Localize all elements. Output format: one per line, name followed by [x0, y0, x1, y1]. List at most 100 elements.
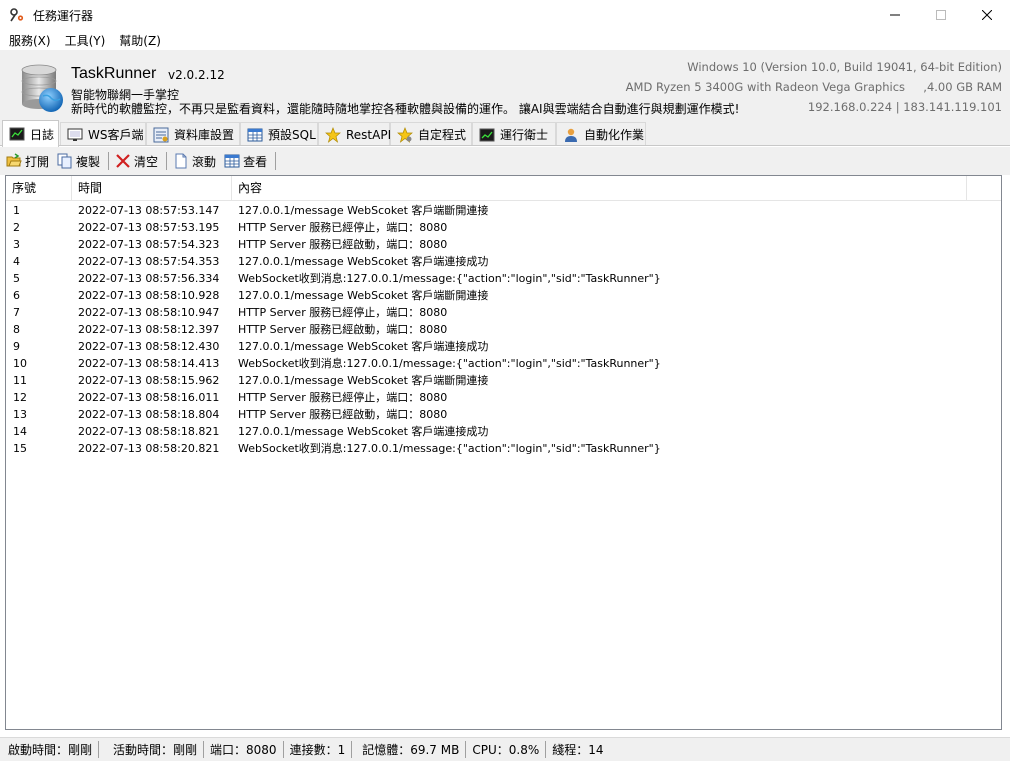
- close-button[interactable]: [964, 0, 1010, 30]
- cell-no: 11: [13, 374, 27, 387]
- scroll-button[interactable]: 滾動: [173, 153, 216, 170]
- tab-label: 日誌: [30, 127, 55, 142]
- tab-log[interactable]: 日誌: [2, 120, 59, 147]
- cell-content: WebSocket收到消息:127.0.0.1/message:{"action…: [238, 442, 661, 455]
- open-button[interactable]: 打開: [6, 153, 49, 170]
- open-folder-icon: [6, 153, 22, 167]
- table-row[interactable]: 14 2022-07-13 08:58:18.821 127.0.0.1/messa…: [6, 423, 1001, 440]
- scroll-label: 滾動: [192, 154, 217, 169]
- cell-content: HTTP Server 服務已經停止，端口：8080: [238, 306, 448, 319]
- column-header-time[interactable]: 時間: [72, 176, 232, 201]
- tab-strip: 日誌 WS客戶端 資料庫設置 預設SQL RestAPI 自定程式 運行衛士 自…: [0, 120, 1010, 147]
- table-row[interactable]: 4 2022-07-13 08:57:54.353 127.0.0.1/messag…: [6, 253, 1001, 270]
- table-row[interactable]: 3 2022-07-13 08:57:54.323 HTTP Server 服務已經…: [6, 236, 1001, 253]
- table-row[interactable]: 12 2022-07-13 08:58:16.011 HTTP Server 服務已…: [6, 389, 1001, 406]
- cell-content: WebSocket收到消息:127.0.0.1/message:{"action…: [238, 272, 661, 285]
- maximize-button[interactable]: [918, 0, 964, 30]
- tab-custom-program[interactable]: 自定程式: [390, 122, 472, 146]
- cell-no: 7: [13, 306, 20, 319]
- cell-time: 2022-07-13 08:57:54.323: [78, 238, 220, 251]
- status-start-time: 啟動時間：剛剛: [2, 741, 100, 758]
- cell-no: 10: [13, 357, 27, 370]
- app-header: TaskRunner v2.0.2.12 智能物聯網一手掌控 新時代的軟體監控，…: [0, 50, 1010, 120]
- toolbar-separator: [275, 152, 277, 170]
- document-icon: [175, 153, 187, 169]
- copy-button[interactable]: 複製: [57, 153, 100, 170]
- star-icon: [325, 126, 341, 143]
- cell-content: 127.0.0.1/message WebScoket 客戶端斷開連接: [238, 374, 489, 387]
- tab-database-settings[interactable]: 資料庫設置: [146, 122, 240, 146]
- column-header-no[interactable]: 序號: [6, 176, 72, 201]
- window-title: 任務運行器: [33, 8, 94, 23]
- cell-content: 127.0.0.1/message WebScoket 客戶端斷開連接: [238, 204, 489, 217]
- tab-default-sql[interactable]: 預設SQL: [240, 122, 318, 146]
- tab-label: 運行衛士: [500, 128, 549, 142]
- toolbar-separator: [166, 152, 168, 170]
- clear-button[interactable]: 清空: [115, 153, 158, 170]
- hardware-info: AMD Ryzen 5 3400G with Radeon Vega Graph…: [625, 80, 1002, 94]
- menu-help[interactable]: 幫助(Z): [114, 32, 166, 49]
- cell-time: 2022-07-13 08:58:10.928: [78, 289, 220, 302]
- view-button[interactable]: 查看: [224, 153, 267, 170]
- grid-view-icon: [224, 154, 240, 168]
- close-icon: [982, 10, 992, 20]
- table-row[interactable]: 6 2022-07-13 08:58:10.928 127.0.0.1/messag…: [6, 287, 1001, 304]
- log-table[interactable]: 序號 時間 內容 1 2022-07-13 08:57:53.147 127.0.0…: [5, 175, 1002, 730]
- cell-content: HTTP Server 服務已經停止，端口：8080: [238, 221, 448, 234]
- table-row[interactable]: 13 2022-07-13 08:58:18.804 HTTP Server 服務已…: [6, 406, 1001, 423]
- cell-no: 4: [13, 255, 20, 268]
- database-globe-icon: [21, 64, 63, 112]
- menu-service[interactable]: 服務(X): [4, 32, 56, 49]
- cell-no: 5: [13, 272, 20, 285]
- tab-ws-client[interactable]: WS客戶端: [60, 122, 146, 146]
- log-toolbar: 打開 複製 清空 滾動 查看: [0, 147, 1010, 175]
- cell-no: 3: [13, 238, 20, 251]
- table-row[interactable]: 7 2022-07-13 08:58:10.947 HTTP Server 服務已經…: [6, 304, 1001, 321]
- cell-no: 13: [13, 408, 27, 421]
- app-name: TaskRunner: [71, 65, 157, 82]
- table-row[interactable]: 8 2022-07-13 08:58:12.397 HTTP Server 服務已經…: [6, 321, 1001, 338]
- tab-label: WS客戶端: [88, 128, 144, 142]
- cell-time: 2022-07-13 08:58:16.011: [78, 391, 220, 404]
- cell-no: 2: [13, 221, 20, 234]
- cell-content: HTTP Server 服務已經啟動，端口：8080: [238, 408, 448, 421]
- table-row[interactable]: 1 2022-07-13 08:57:53.147 127.0.0.1/messag…: [6, 202, 1001, 219]
- table-row[interactable]: 2 2022-07-13 08:57:53.195 HTTP Server 服務已經…: [6, 219, 1001, 236]
- cell-no: 8: [13, 323, 20, 336]
- app-gear-icon: [10, 8, 24, 22]
- status-port: 端口：8080: [204, 741, 284, 758]
- tab-label: 自定程式: [418, 128, 467, 142]
- ip-info: 192.168.0.224 | 183.141.119.101: [807, 100, 1002, 114]
- table-row[interactable]: 5 2022-07-13 08:57:56.334 WebSocket收到消息:12…: [6, 270, 1001, 287]
- monitor-icon: [67, 128, 83, 141]
- table-row[interactable]: 10 2022-07-13 08:58:14.413 WebSocket收到消息:1…: [6, 355, 1001, 372]
- star-gear-icon: [397, 126, 413, 143]
- cell-no: 6: [13, 289, 20, 302]
- menu-tools[interactable]: 工具(Y): [60, 32, 111, 49]
- cell-no: 14: [13, 425, 27, 438]
- tab-label: RestAPI: [346, 127, 392, 142]
- cell-time: 2022-07-13 08:58:14.413: [78, 357, 220, 370]
- column-header-content[interactable]: 內容: [232, 176, 967, 201]
- view-label: 查看: [243, 154, 268, 169]
- cell-time: 2022-07-13 08:58:18.821: [78, 425, 220, 438]
- log-icon: [9, 127, 25, 141]
- minimize-button[interactable]: [872, 0, 918, 30]
- table-row[interactable]: 11 2022-07-13 08:58:15.962 127.0.0.1/messa…: [6, 372, 1001, 389]
- status-connections: 連接數：1: [284, 741, 353, 758]
- table-row[interactable]: 15 2022-07-13 08:58:20.821 WebSocket收到消息:1…: [6, 440, 1001, 457]
- tab-rest-api[interactable]: RestAPI: [318, 122, 392, 146]
- tab-run-guard[interactable]: 運行衛士: [472, 122, 556, 146]
- minimize-icon: [890, 14, 900, 16]
- cell-content: 127.0.0.1/message WebScoket 客戶端斷開連接: [238, 289, 489, 302]
- database-settings-icon: [153, 127, 169, 142]
- tab-label: 資料庫設置: [174, 128, 235, 142]
- maximize-icon: [936, 10, 946, 20]
- tab-label: 自動化作業: [584, 128, 645, 142]
- status-threads: 綫程：14: [552, 743, 604, 757]
- table-row[interactable]: 9 2022-07-13 08:58:12.430 127.0.0.1/messag…: [6, 338, 1001, 355]
- tab-automation[interactable]: 自動化作業: [556, 122, 646, 146]
- copy-label: 複製: [76, 154, 101, 169]
- cell-time: 2022-07-13 08:58:20.821: [78, 442, 220, 455]
- os-info: Windows 10 (Version 10.0, Build 19041, 6…: [687, 60, 1002, 74]
